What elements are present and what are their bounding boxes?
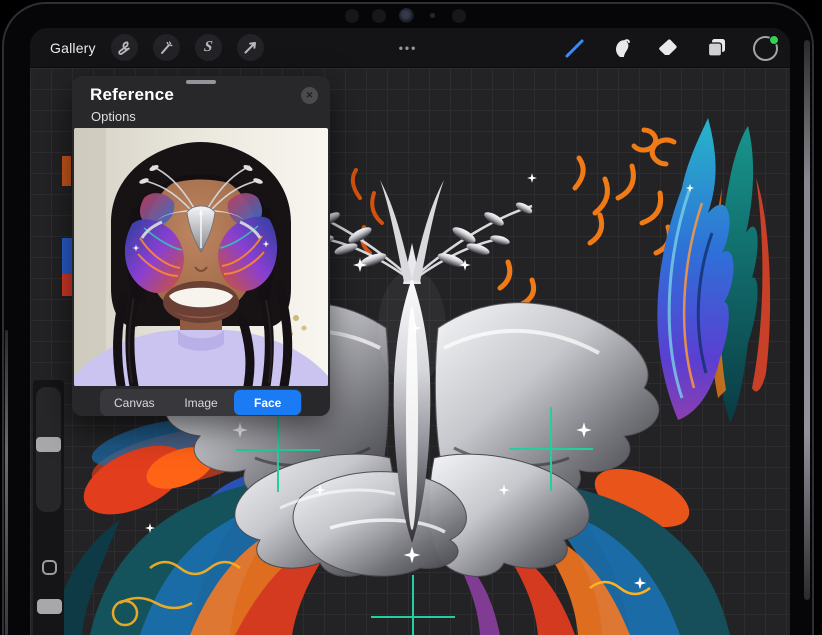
reference-face-preview: [74, 128, 328, 386]
camera-dot-icon: [372, 9, 386, 23]
selection-button[interactable]: S: [195, 34, 222, 61]
transform-arrow-icon: [243, 40, 258, 55]
stage: Reference Options ✕: [0, 0, 822, 635]
tab-image[interactable]: Image: [168, 390, 235, 415]
device-edge-highlight: [804, 40, 810, 600]
panel-drag-handle[interactable]: [186, 80, 216, 84]
color-ring-icon[interactable]: [753, 36, 778, 61]
device-edge-highlight: [5, 330, 8, 635]
face-tracking-crosshair: [236, 408, 320, 492]
face-tracking-crosshair: [509, 407, 593, 491]
top-toolbar: Gallery S: [30, 28, 790, 68]
modify-button[interactable]: [42, 560, 57, 575]
actions-button[interactable]: [111, 34, 138, 61]
camera-lens-icon: [399, 8, 414, 23]
opacity-slider-handle[interactable]: [37, 599, 62, 614]
tab-face[interactable]: Face: [234, 390, 301, 415]
face-tracking-crosshair: [371, 575, 455, 635]
gallery-button[interactable]: Gallery: [50, 40, 96, 56]
layers-icon[interactable]: [705, 36, 729, 60]
close-icon[interactable]: ✕: [301, 87, 318, 104]
smudge-finger-icon[interactable]: [611, 36, 633, 60]
magic-wand-icon: [158, 40, 174, 56]
wrench-icon: [116, 40, 132, 56]
brush-sidebar: [33, 380, 64, 635]
reference-panel: Reference Options ✕: [72, 76, 330, 416]
panel-options-label[interactable]: Options: [91, 109, 136, 124]
panel-title: Reference: [90, 85, 174, 105]
app-screen: Reference Options ✕: [30, 28, 790, 635]
mic-dot-icon: [430, 13, 435, 18]
transform-button[interactable]: [237, 34, 264, 61]
tab-canvas[interactable]: Canvas: [101, 390, 168, 415]
reference-mode-tabs: Canvas Image Face: [100, 389, 302, 416]
multitask-ellipsis-icon[interactable]: •••: [386, 28, 430, 68]
eraser-icon[interactable]: [657, 37, 681, 59]
camera-dot-icon: [452, 9, 466, 23]
brush-size-slider-handle[interactable]: [36, 437, 61, 452]
adjustments-button[interactable]: [153, 34, 180, 61]
selection-s-icon: S: [203, 39, 214, 56]
camera-dot-icon: [345, 9, 359, 23]
color-dot: [769, 35, 779, 45]
paintbrush-icon[interactable]: [563, 36, 587, 60]
